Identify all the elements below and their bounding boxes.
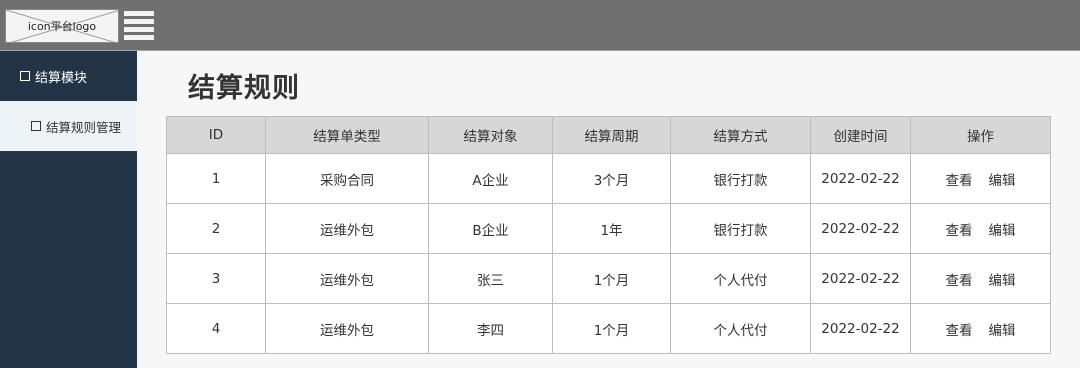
cell-created: 2022-02-22: [810, 153, 911, 204]
cell-type: 运维外包: [265, 253, 429, 304]
cell-method: 银行打款: [670, 153, 811, 204]
cell-created: 2022-02-22: [810, 203, 911, 254]
cell-id: 2: [166, 203, 266, 254]
cell-created: 2022-02-22: [810, 253, 911, 304]
table-row: 3 运维外包 张三 1个月 个人代付 2022-02-22 查看 编辑: [166, 253, 1051, 304]
cell-object: A企业: [428, 153, 553, 204]
logo-text: icon平台logo: [27, 20, 97, 33]
column-header-method: 结算方式: [670, 116, 811, 154]
cell-type: 采购合同: [265, 153, 429, 204]
hamburger-menu-icon[interactable]: [124, 11, 154, 43]
cell-actions: 查看 编辑: [910, 203, 1051, 254]
cell-cycle: 1个月: [552, 303, 671, 354]
cell-cycle: 3个月: [552, 153, 671, 204]
view-link[interactable]: 查看: [946, 273, 973, 289]
edit-link[interactable]: 编辑: [989, 323, 1016, 339]
square-icon: [31, 121, 41, 131]
cell-created: 2022-02-22: [810, 303, 911, 354]
top-bar: icon平台logo: [0, 0, 1080, 51]
column-header-created: 创建时间: [810, 116, 911, 154]
sidebar-group-label: 结算模块: [35, 70, 88, 86]
cell-type: 运维外包: [265, 203, 429, 254]
sidebar-item-label: 结算规则管理: [46, 119, 122, 135]
cell-cycle: 1年: [552, 203, 671, 254]
square-icon: [20, 71, 30, 81]
table-row: 2 运维外包 B企业 1年 银行打款 2022-02-22 查看 编辑: [166, 203, 1051, 254]
view-link[interactable]: 查看: [946, 173, 973, 189]
cell-method: 个人代付: [670, 253, 811, 304]
column-header-object: 结算对象: [428, 116, 553, 154]
sidebar-group-settlement[interactable]: 结算模块: [0, 51, 137, 101]
edit-link[interactable]: 编辑: [989, 273, 1016, 289]
cell-object: B企业: [428, 203, 553, 254]
edit-link[interactable]: 编辑: [989, 173, 1016, 189]
cell-type: 运维外包: [265, 303, 429, 354]
edit-link[interactable]: 编辑: [989, 223, 1016, 239]
view-link[interactable]: 查看: [946, 223, 973, 239]
cell-id: 4: [166, 303, 266, 354]
cell-actions: 查看 编辑: [910, 253, 1051, 304]
column-header-id: ID: [166, 116, 266, 154]
cell-object: 李四: [428, 303, 553, 354]
main-content: 结算规则 ID 结算单类型 结算对象 结算周期 结算方式 创建时间 操作 1 采…: [137, 51, 1080, 368]
cell-object: 张三: [428, 253, 553, 304]
page-title: 结算规则: [188, 73, 300, 104]
cell-id: 3: [166, 253, 266, 304]
cell-cycle: 1个月: [552, 253, 671, 304]
sidebar-item-settlement-rules[interactable]: 结算规则管理: [0, 101, 137, 151]
cell-id: 1: [166, 153, 266, 204]
cell-actions: 查看 编辑: [910, 303, 1051, 354]
column-header-type: 结算单类型: [265, 116, 429, 154]
column-header-cycle: 结算周期: [552, 116, 671, 154]
settlement-rules-table: ID 结算单类型 结算对象 结算周期 结算方式 创建时间 操作 1 采购合同 A…: [166, 116, 1051, 354]
view-link[interactable]: 查看: [946, 323, 973, 339]
column-header-actions: 操作: [910, 116, 1051, 154]
table-row: 1 采购合同 A企业 3个月 银行打款 2022-02-22 查看 编辑: [166, 153, 1051, 204]
sidebar: 结算模块 结算规则管理: [0, 51, 137, 368]
cell-method: 个人代付: [670, 303, 811, 354]
table-header-row: ID 结算单类型 结算对象 结算周期 结算方式 创建时间 操作: [166, 116, 1051, 154]
cell-actions: 查看 编辑: [910, 153, 1051, 204]
logo-placeholder[interactable]: icon平台logo: [5, 9, 119, 43]
table-row: 4 运维外包 李四 1个月 个人代付 2022-02-22 查看 编辑: [166, 303, 1051, 354]
cell-method: 银行打款: [670, 203, 811, 254]
